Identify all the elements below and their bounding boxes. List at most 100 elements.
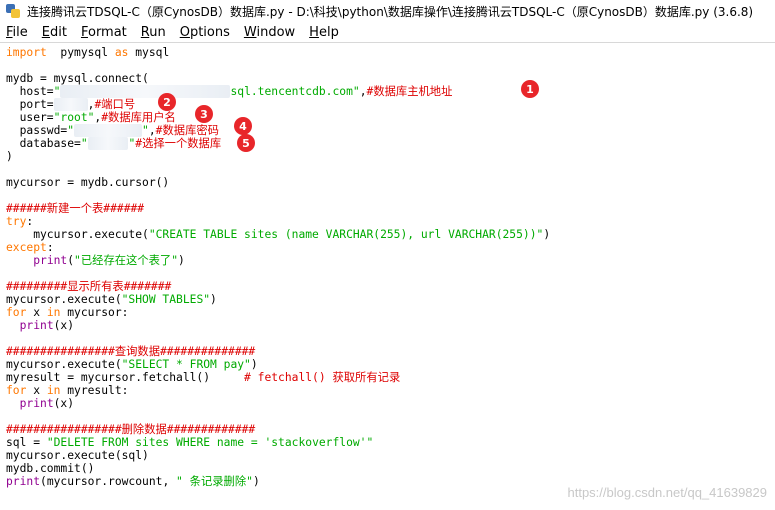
code-text[interactable]: import pymysql as mysql mydb = mysql.con… bbox=[6, 46, 550, 488]
code-line[interactable]: #################删除数据############# bbox=[6, 423, 550, 436]
code-line[interactable]: except: bbox=[6, 241, 550, 254]
code-token: as bbox=[114, 46, 129, 59]
code-line[interactable]: ) bbox=[6, 150, 550, 163]
redacted-text bbox=[60, 85, 231, 98]
code-line[interactable]: passwd=" ",#数据库密码 bbox=[6, 124, 550, 137]
watermark: https://blog.csdn.net/qq_41639829 bbox=[567, 485, 768, 500]
code-line[interactable] bbox=[6, 189, 550, 202]
code-token: ) bbox=[6, 150, 13, 163]
code-token: print bbox=[6, 475, 41, 488]
code-token: #数据库密码 bbox=[155, 124, 219, 137]
code-token: " bbox=[80, 137, 88, 150]
code-line[interactable] bbox=[6, 267, 550, 280]
code-token: ######新建一个表###### bbox=[6, 202, 145, 215]
code-line[interactable]: mycursor.execute("SELECT * FROM pay") bbox=[6, 358, 550, 371]
code-token: mydb.commit() bbox=[6, 462, 95, 475]
code-token: passwd= bbox=[6, 124, 68, 137]
code-token: #数据库主机地址 bbox=[366, 85, 453, 98]
redacted-text bbox=[53, 98, 88, 111]
code-line[interactable]: ######新建一个表###### bbox=[6, 202, 550, 215]
code-line[interactable] bbox=[6, 59, 550, 72]
code-line[interactable]: print("已经存在这个表了") bbox=[6, 254, 550, 267]
code-line[interactable]: print(x) bbox=[6, 397, 550, 410]
code-line[interactable]: mydb = mysql.connect( bbox=[6, 72, 550, 85]
code-line[interactable]: mydb.commit() bbox=[6, 462, 550, 475]
menu-file[interactable]: File bbox=[6, 25, 28, 40]
code-token: " 条记录删除" bbox=[176, 475, 253, 488]
menu-edit[interactable]: Edit bbox=[42, 25, 67, 40]
code-line[interactable]: sql = "DELETE FROM sites WHERE name = 's… bbox=[6, 436, 550, 449]
code-line[interactable]: for x in mycursor: bbox=[6, 306, 550, 319]
python-idle-icon bbox=[5, 3, 21, 19]
code-line[interactable]: mycursor.execute("SHOW TABLES") bbox=[6, 293, 550, 306]
code-token: "SHOW TABLES" bbox=[121, 293, 211, 306]
menu-options[interactable]: Options bbox=[180, 25, 230, 40]
annotation-badge-5: 5 bbox=[237, 134, 255, 152]
code-token: "CREATE TABLE sites (name VARCHAR(255), … bbox=[148, 228, 544, 241]
code-line[interactable]: port= ,#端口号 bbox=[6, 98, 550, 111]
code-line[interactable]: database=" "#选择一个数据库 bbox=[6, 137, 550, 150]
code-line[interactable]: import pymysql as mysql bbox=[6, 46, 550, 59]
code-line[interactable] bbox=[6, 410, 550, 423]
code-token: mycursor.execute( bbox=[6, 358, 122, 371]
menu-help[interactable]: Help bbox=[309, 25, 339, 40]
code-token: ) bbox=[210, 293, 217, 306]
code-token: import bbox=[6, 46, 47, 59]
code-line[interactable]: myresult = mycursor.fetchall() # fetchal… bbox=[6, 371, 550, 384]
code-line[interactable]: #########显示所有表####### bbox=[6, 280, 550, 293]
code-token: " bbox=[67, 124, 75, 137]
code-token: #################删除数据############# bbox=[6, 423, 256, 436]
annotation-badge-2: 2 bbox=[158, 93, 176, 111]
code-token: mycursor.execute(sql) bbox=[6, 449, 149, 462]
code-token: "root" bbox=[53, 111, 95, 124]
code-token: database= bbox=[6, 137, 81, 150]
code-token: x bbox=[26, 384, 47, 397]
code-editor[interactable]: import pymysql as mysql mydb = mysql.con… bbox=[0, 42, 775, 510]
code-line[interactable]: mycursor.execute(sql) bbox=[6, 449, 550, 462]
code-token: in bbox=[46, 384, 61, 397]
code-token: mysql bbox=[128, 46, 170, 59]
code-token: " bbox=[142, 124, 149, 137]
code-token: #数据库用户名 bbox=[101, 111, 176, 124]
code-line[interactable]: mycursor = mydb.cursor() bbox=[6, 176, 550, 189]
code-token: , bbox=[359, 85, 367, 98]
code-token: #########显示所有表####### bbox=[6, 280, 172, 293]
menu-run[interactable]: Run bbox=[141, 25, 166, 40]
annotation-badge-1: 1 bbox=[521, 80, 539, 98]
code-token: (x) bbox=[53, 319, 75, 332]
code-line[interactable]: print(x) bbox=[6, 319, 550, 332]
code-line[interactable]: host=" sql.tencentcdb.com",#数据库主机地址 bbox=[6, 85, 550, 98]
code-token: mycursor.execute( bbox=[6, 293, 122, 306]
code-line[interactable]: try: bbox=[6, 215, 550, 228]
code-token: host= bbox=[6, 85, 54, 98]
code-token: port= bbox=[6, 98, 54, 111]
code-token: (x) bbox=[53, 397, 75, 410]
code-token: "DELETE FROM sites WHERE name = 'stackov… bbox=[46, 436, 374, 449]
annotation-badge-3: 3 bbox=[195, 105, 213, 123]
menu-format[interactable]: Format bbox=[81, 25, 127, 40]
code-line[interactable]: user="root",#数据库用户名 bbox=[6, 111, 550, 124]
code-line[interactable]: for x in myresult: bbox=[6, 384, 550, 397]
code-token: " bbox=[53, 85, 61, 98]
code-token: sql = bbox=[6, 436, 47, 449]
code-token: sql.tencentcdb.com" bbox=[230, 85, 360, 98]
code-token: ) bbox=[543, 228, 551, 241]
code-line[interactable]: print(mycursor.rowcount, " 条记录删除") bbox=[6, 475, 550, 488]
code-token: "SELECT * FROM pay" bbox=[121, 358, 251, 371]
code-token: myresult = mycursor.fetchall() bbox=[6, 371, 245, 384]
code-token: #端口号 bbox=[94, 98, 136, 111]
redacted-text bbox=[74, 124, 143, 137]
code-line[interactable]: ################查询数据############## bbox=[6, 345, 550, 358]
code-token: #选择一个数据库 bbox=[135, 137, 222, 150]
code-line[interactable] bbox=[6, 163, 550, 176]
code-token: pymysql bbox=[46, 46, 115, 59]
code-line[interactable] bbox=[6, 332, 550, 345]
code-token: in bbox=[46, 306, 61, 319]
menu-window[interactable]: Window bbox=[244, 25, 295, 40]
code-line[interactable]: mycursor.execute("CREATE TABLE sites (na… bbox=[6, 228, 550, 241]
menu-bar: File Edit Format Run Options Window Help bbox=[0, 22, 775, 42]
redacted-text bbox=[87, 137, 129, 150]
